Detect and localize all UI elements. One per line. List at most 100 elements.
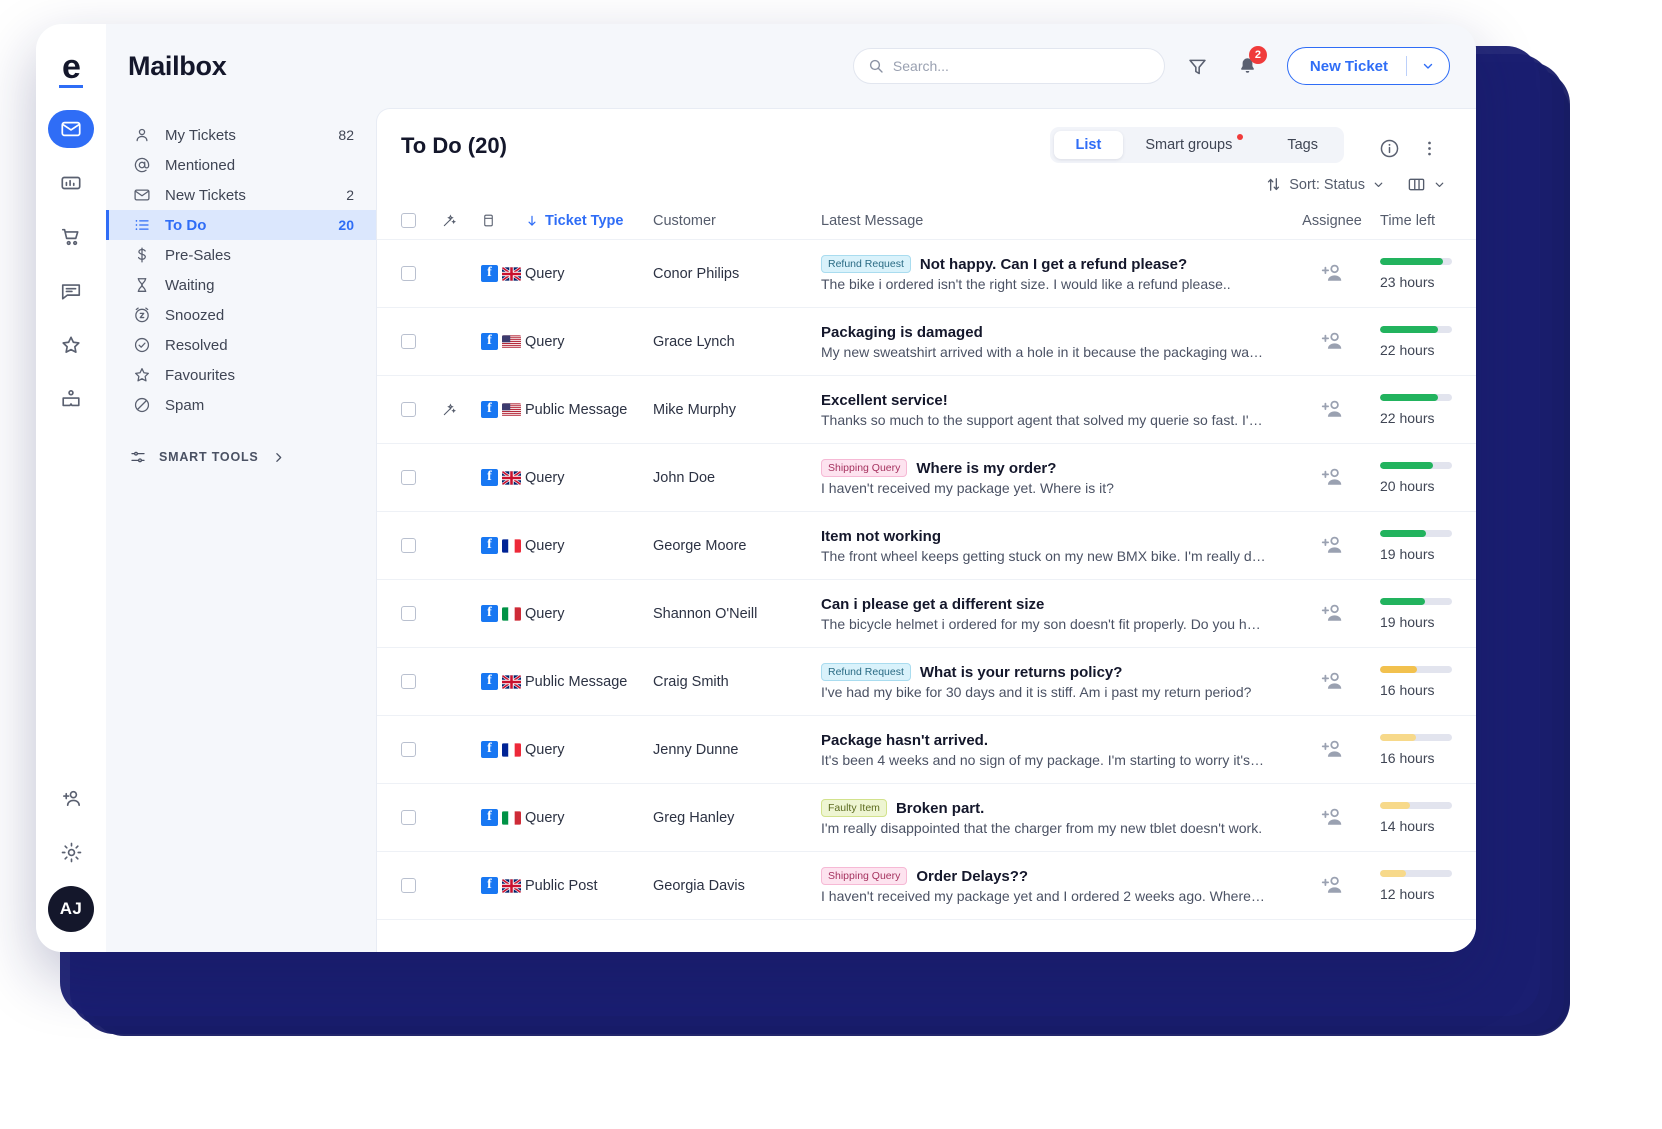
assignee-cell[interactable] bbox=[1284, 601, 1380, 626]
ticket-type-cell: Query bbox=[525, 333, 565, 350]
rail-item-reports[interactable] bbox=[48, 164, 94, 202]
notifications-button[interactable]: 2 bbox=[1231, 46, 1267, 83]
tab-list[interactable]: List bbox=[1053, 131, 1124, 159]
rail-item-settings[interactable] bbox=[48, 832, 94, 872]
header-customer[interactable]: Customer bbox=[653, 213, 821, 229]
table-row[interactable]: f Query Shannon O'Neill Can i please get a … bbox=[377, 580, 1476, 648]
search-icon bbox=[868, 58, 884, 74]
add-assignee-icon[interactable] bbox=[1320, 261, 1345, 286]
select-all-checkbox[interactable] bbox=[401, 213, 416, 228]
row-select-cell[interactable] bbox=[401, 878, 441, 893]
row-checkbox[interactable] bbox=[401, 878, 416, 893]
row-select-cell[interactable] bbox=[401, 402, 441, 417]
table-row[interactable]: f Query John Doe Shipping Query Where is my … bbox=[377, 444, 1476, 512]
search-input[interactable] bbox=[892, 58, 1150, 74]
row-select-cell[interactable] bbox=[401, 810, 441, 825]
add-assignee-icon[interactable] bbox=[1320, 329, 1345, 354]
row-checkbox[interactable] bbox=[401, 470, 416, 485]
row-select-cell[interactable] bbox=[401, 538, 441, 553]
assignee-cell[interactable] bbox=[1284, 533, 1380, 558]
row-select-cell[interactable] bbox=[401, 266, 441, 281]
add-assignee-icon[interactable] bbox=[1320, 465, 1345, 490]
chevron-down-icon[interactable] bbox=[1407, 59, 1449, 73]
sidebar-item-waiting[interactable]: Waiting bbox=[106, 270, 376, 300]
rail-item-mailbox[interactable] bbox=[48, 110, 94, 148]
search-box[interactable] bbox=[852, 48, 1165, 84]
select-all-cell[interactable] bbox=[401, 213, 441, 228]
assignee-cell[interactable] bbox=[1284, 873, 1380, 898]
header-ticket-type[interactable]: Ticket Type bbox=[525, 213, 653, 229]
header-latest-message[interactable]: Latest Message bbox=[821, 213, 1284, 229]
more-options-button[interactable] bbox=[1412, 131, 1446, 165]
rail-item-chat[interactable] bbox=[48, 272, 94, 310]
sidebar-item-smart-tools[interactable]: SMART TOOLS bbox=[106, 442, 376, 472]
table-row[interactable]: f Query Jenny Dunne Package hasn't arrived.… bbox=[377, 716, 1476, 784]
row-checkbox[interactable] bbox=[401, 334, 416, 349]
time-left-cell: 16 hours bbox=[1380, 733, 1476, 766]
ticket-type-cell: Query bbox=[525, 741, 565, 758]
assignee-cell[interactable] bbox=[1284, 465, 1380, 490]
add-assignee-icon[interactable] bbox=[1320, 669, 1345, 694]
sidebar-item-resolved[interactable]: Resolved bbox=[106, 330, 376, 360]
tab-tags[interactable]: Tags bbox=[1265, 131, 1340, 159]
row-checkbox[interactable] bbox=[401, 538, 416, 553]
assignee-cell[interactable] bbox=[1284, 669, 1380, 694]
sidebar-item-spam[interactable]: Spam bbox=[106, 390, 376, 420]
rail-item-invite[interactable] bbox=[48, 778, 94, 818]
assignee-cell[interactable] bbox=[1284, 737, 1380, 762]
assignee-cell[interactable] bbox=[1284, 261, 1380, 286]
assignee-cell[interactable] bbox=[1284, 397, 1380, 422]
rail-item-favourites[interactable] bbox=[48, 326, 94, 364]
avatar[interactable]: AJ bbox=[48, 886, 94, 932]
table-row[interactable]: f Public Message Craig Smith Refund Request… bbox=[377, 648, 1476, 716]
header-time-left[interactable]: Time left bbox=[1380, 213, 1476, 229]
columns-control[interactable] bbox=[1407, 175, 1446, 194]
rail-item-orders[interactable] bbox=[48, 218, 94, 256]
header-assignee[interactable]: Assignee bbox=[1284, 213, 1380, 229]
row-checkbox[interactable] bbox=[401, 606, 416, 621]
row-select-cell[interactable] bbox=[401, 606, 441, 621]
message-subject: Order Delays?? bbox=[916, 867, 1029, 885]
assignee-cell[interactable] bbox=[1284, 329, 1380, 354]
sidebar-item-mentioned[interactable]: Mentioned bbox=[106, 150, 376, 180]
filter-button[interactable] bbox=[1181, 49, 1215, 83]
info-button[interactable] bbox=[1372, 131, 1406, 165]
row-checkbox[interactable] bbox=[401, 674, 416, 689]
sidebar-item-to-do[interactable]: To Do 20 bbox=[106, 210, 376, 240]
sidebar-item-snoozed[interactable]: Snoozed bbox=[106, 300, 376, 330]
add-assignee-icon[interactable] bbox=[1320, 737, 1345, 762]
hourglass-icon bbox=[133, 276, 151, 294]
ticket-tag-badge: Refund Request bbox=[821, 663, 911, 681]
row-checkbox[interactable] bbox=[401, 742, 416, 757]
table-row[interactable]: f Query Greg Hanley Faulty Item Broken part.… bbox=[377, 784, 1476, 852]
add-assignee-icon[interactable] bbox=[1320, 805, 1345, 830]
sidebar-item-new-tickets[interactable]: New Tickets 2 bbox=[106, 180, 376, 210]
tab-smart-groups[interactable]: Smart groups bbox=[1123, 131, 1265, 159]
facebook-icon: f bbox=[481, 605, 498, 622]
add-assignee-icon[interactable] bbox=[1320, 533, 1345, 558]
message-subject: Where is my order? bbox=[916, 459, 1057, 477]
row-select-cell[interactable] bbox=[401, 470, 441, 485]
rail-item-knowledge[interactable] bbox=[48, 380, 94, 418]
sidebar-item-pre-sales[interactable]: Pre-Sales bbox=[106, 240, 376, 270]
sidebar-item-favourites[interactable]: Favourites bbox=[106, 360, 376, 390]
row-checkbox[interactable] bbox=[401, 810, 416, 825]
add-assignee-icon[interactable] bbox=[1320, 873, 1345, 898]
table-row[interactable]: f Public Post Georgia Davis Shipping Query O… bbox=[377, 852, 1476, 920]
row-checkbox[interactable] bbox=[401, 266, 416, 281]
assignee-cell[interactable] bbox=[1284, 805, 1380, 830]
sort-control[interactable]: Sort: Status bbox=[1265, 176, 1385, 193]
row-select-cell[interactable] bbox=[401, 334, 441, 349]
row-checkbox[interactable] bbox=[401, 402, 416, 417]
table-row[interactable]: f Public Message Mike Murphy Excellent serv… bbox=[377, 376, 1476, 444]
table-row[interactable]: f Query Conor Philips Refund Request Not hap… bbox=[377, 240, 1476, 308]
table-row[interactable]: f Query George Moore Item not working The fr… bbox=[377, 512, 1476, 580]
row-select-cell[interactable] bbox=[401, 742, 441, 757]
add-assignee-icon[interactable] bbox=[1320, 601, 1345, 626]
table-row[interactable]: f Query Grace Lynch Packaging is damaged My … bbox=[377, 308, 1476, 376]
row-select-cell[interactable] bbox=[401, 674, 441, 689]
new-ticket-button[interactable]: New Ticket bbox=[1286, 47, 1450, 85]
magic-wand-icon[interactable] bbox=[441, 402, 457, 418]
sidebar-item-my-tickets[interactable]: My Tickets 82 bbox=[106, 120, 376, 150]
add-assignee-icon[interactable] bbox=[1320, 397, 1345, 422]
